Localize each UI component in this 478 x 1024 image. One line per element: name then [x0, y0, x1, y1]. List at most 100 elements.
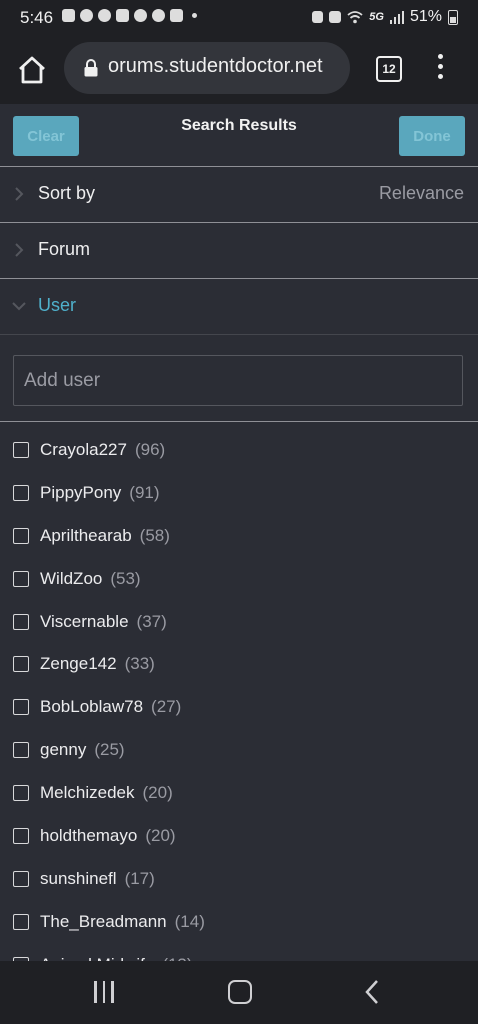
- user-filter-item[interactable]: Viscernable (37): [0, 600, 478, 643]
- user-checkbox[interactable]: [13, 828, 29, 845]
- user-name: PippyPony: [40, 482, 122, 502]
- user-name: Melchizedek: [40, 783, 135, 803]
- user-name: Aprilthearab: [40, 525, 132, 545]
- user-checkbox[interactable]: [13, 870, 29, 887]
- user-name: genny: [40, 740, 87, 760]
- user-filter-item[interactable]: Zenge142 (33): [0, 642, 478, 685]
- battery-icon: [448, 9, 458, 25]
- user-filter-label: User: [38, 295, 77, 315]
- user-filter-item[interactable]: sunshinefl (17): [0, 857, 478, 900]
- user-name: Crayola227: [40, 440, 127, 459]
- user-name: holdthemayo: [40, 826, 138, 846]
- user-name: BobLoblaw78: [40, 697, 144, 717]
- user-checkbox[interactable]: [13, 699, 29, 716]
- user-post-count: (20): [142, 783, 173, 803]
- user-post-count: (53): [110, 568, 141, 588]
- system-nav-bar: [0, 961, 478, 1024]
- user-entry-text: Aprilthearab (58): [40, 526, 170, 546]
- user-filter-item[interactable]: The_Breadmann (14): [0, 900, 478, 943]
- forum-label: Forum: [38, 239, 91, 259]
- message-icon: [62, 9, 75, 22]
- add-user-input[interactable]: [13, 355, 463, 406]
- user-filter-item[interactable]: holdthemayo (20): [0, 814, 478, 857]
- user-checkbox[interactable]: [13, 913, 29, 930]
- recent-apps-icon[interactable]: [94, 981, 114, 1003]
- status-right-icons: 5G 51%: [312, 8, 458, 26]
- user-checkbox[interactable]: [13, 742, 29, 759]
- user-filter-item[interactable]: BobLoblaw78 (27): [0, 685, 478, 728]
- user-list: Crayola227 (96) PippyPony (91) Aprilthearab (…: [0, 428, 478, 986]
- user-entry-text: WildZoo (53): [40, 569, 141, 589]
- user-name: Viscernable: [40, 611, 129, 631]
- user-checkbox[interactable]: [13, 570, 29, 587]
- user-post-count: (33): [124, 654, 155, 674]
- overflow-menu-icon[interactable]: [432, 54, 448, 82]
- user-entry-text: Crayola227 (96): [40, 440, 165, 460]
- home-nav-icon[interactable]: [228, 980, 252, 1004]
- instagram-icon: [170, 9, 183, 22]
- user-checkbox[interactable]: [13, 484, 29, 501]
- user-filter-item[interactable]: Crayola227 (96): [0, 428, 478, 471]
- user-entry-text: The_Breadmann (14): [40, 912, 205, 932]
- home-icon[interactable]: [16, 54, 48, 86]
- pinterest-icon: [98, 9, 111, 22]
- user-entry-text: sunshinefl (17): [40, 869, 155, 889]
- user-name: WildZoo: [40, 568, 103, 588]
- back-icon[interactable]: [364, 979, 380, 1005]
- user-post-count: (37): [136, 611, 167, 631]
- user-post-count: (25): [94, 740, 125, 760]
- battery-percent: 51%: [409, 8, 442, 25]
- divider: [0, 421, 478, 422]
- more-notifications-dot: [192, 13, 197, 18]
- user-filter-item[interactable]: Aprilthearab (58): [0, 514, 478, 557]
- reddit-icon: [152, 9, 165, 22]
- notification-icons: [62, 9, 197, 22]
- network-type: 5G: [369, 11, 384, 23]
- browser-toolbar: orums.studentdoctor.net 12: [0, 36, 478, 104]
- wifi-icon: [347, 11, 363, 24]
- user-entry-text: Zenge142 (33): [40, 654, 155, 674]
- user-entry-text: Viscernable (37): [40, 612, 167, 632]
- user-entry-text: BobLoblaw78 (27): [40, 697, 181, 717]
- chevron-down-icon: [12, 302, 26, 311]
- user-entry-text: genny (25): [40, 740, 125, 760]
- user-entry-text: PippyPony (91): [40, 483, 160, 503]
- user-checkbox[interactable]: [13, 527, 29, 544]
- user-post-count: (20): [145, 826, 176, 846]
- signal-icon: [389, 10, 404, 24]
- done-button[interactable]: Done: [399, 116, 465, 156]
- user-filter-row[interactable]: User: [0, 279, 478, 334]
- user-post-count: (96): [134, 440, 166, 459]
- alarm-icon: [312, 11, 324, 23]
- user-post-count: (14): [174, 911, 205, 931]
- user-entry-text: Melchizedek (20): [40, 783, 173, 803]
- address-bar[interactable]: orums.studentdoctor.net: [64, 42, 350, 94]
- user-checkbox[interactable]: [13, 656, 29, 673]
- sort-by-value: Relevance: [378, 183, 464, 203]
- divider: [0, 334, 478, 335]
- search-results-header: Clear Search Results Done: [0, 104, 478, 166]
- sort-by-row[interactable]: Sort by Relevance: [0, 167, 478, 222]
- tab-switcher-button[interactable]: 12: [376, 56, 402, 82]
- lock-icon: [84, 59, 98, 77]
- url-text: orums.studentdoctor.net: [108, 55, 323, 77]
- user-filter-item[interactable]: Melchizedek (20): [0, 771, 478, 814]
- chevron-right-icon: [15, 187, 24, 201]
- user-checkbox[interactable]: [13, 613, 29, 630]
- user-filter-item[interactable]: WildZoo (53): [0, 557, 478, 600]
- facebook-icon: [80, 9, 93, 22]
- status-bar: 5:46 5G 51%: [0, 0, 478, 36]
- user-name: sunshinefl: [40, 868, 117, 888]
- user-post-count: (58): [139, 525, 170, 545]
- facebook-icon: [134, 9, 147, 22]
- user-post-count: (27): [151, 697, 182, 717]
- user-checkbox[interactable]: [13, 785, 29, 802]
- youtube-icon: [116, 9, 129, 22]
- user-name: The_Breadmann: [40, 911, 167, 931]
- user-filter-item[interactable]: genny (25): [0, 728, 478, 771]
- forum-row[interactable]: Forum: [0, 223, 478, 278]
- user-filter-item[interactable]: PippyPony (91): [0, 471, 478, 514]
- chevron-right-icon: [15, 243, 24, 257]
- user-checkbox[interactable]: [13, 442, 29, 458]
- user-entry-text: holdthemayo (20): [40, 826, 176, 846]
